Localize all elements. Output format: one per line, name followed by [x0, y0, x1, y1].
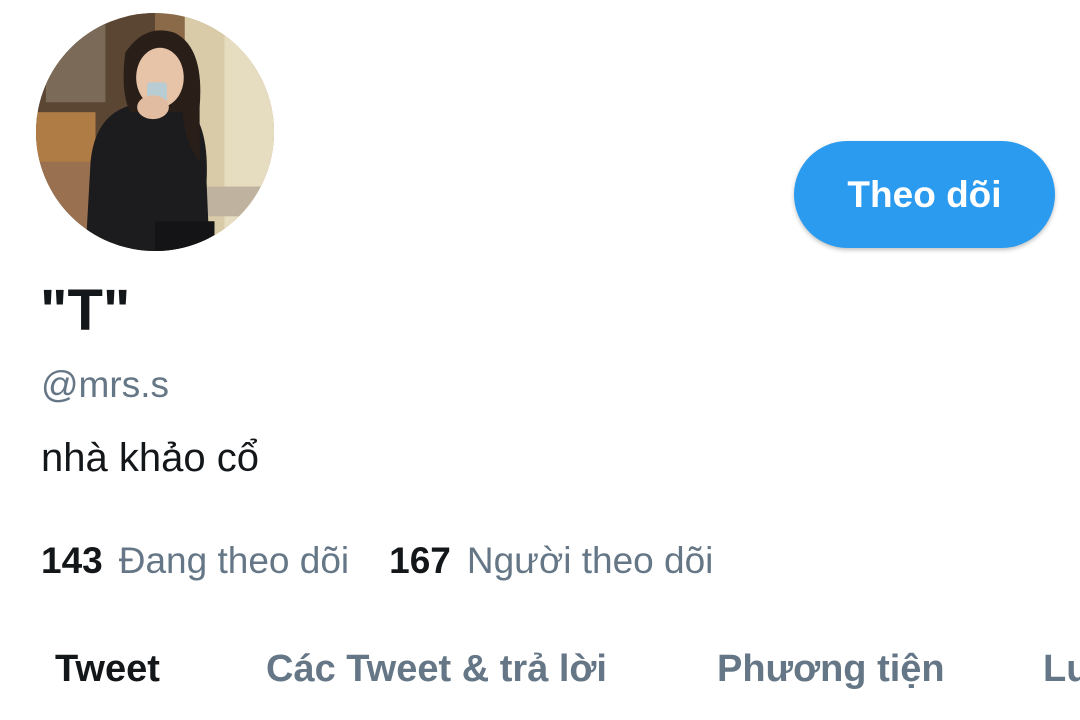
tab-tweets[interactable]: Tweet	[55, 650, 160, 688]
tab-likes[interactable]: Lư	[1043, 650, 1080, 688]
following-stat[interactable]: 143 Đang theo dõi	[41, 542, 349, 579]
profile-photo-icon	[36, 13, 274, 251]
avatar[interactable]	[34, 11, 276, 253]
following-label: Đang theo dõi	[118, 540, 350, 581]
tab-tweets-replies[interactable]: Các Tweet & trả lời	[266, 650, 607, 688]
profile-handle: @mrs.s	[41, 364, 169, 405]
follow-button[interactable]: Theo dõi	[794, 141, 1055, 248]
followers-stat[interactable]: 167 Người theo dõi	[389, 542, 713, 579]
follow-stats: 143 Đang theo dõi 167 Người theo dõi	[41, 542, 713, 579]
profile-page: Theo dõi "T" @mrs.s nhà khảo cổ 143 Đang…	[0, 0, 1080, 720]
tab-media[interactable]: Phương tiện	[717, 650, 945, 688]
profile-tabs: Tweet Các Tweet & trả lời Phương tiện Lư	[0, 650, 1080, 710]
profile-bio: nhà khảo cổ	[41, 436, 259, 480]
followers-count: 167	[389, 540, 451, 581]
followers-label: Người theo dõi	[466, 540, 714, 581]
following-count: 143	[41, 540, 103, 581]
display-name: "T"	[40, 278, 131, 343]
